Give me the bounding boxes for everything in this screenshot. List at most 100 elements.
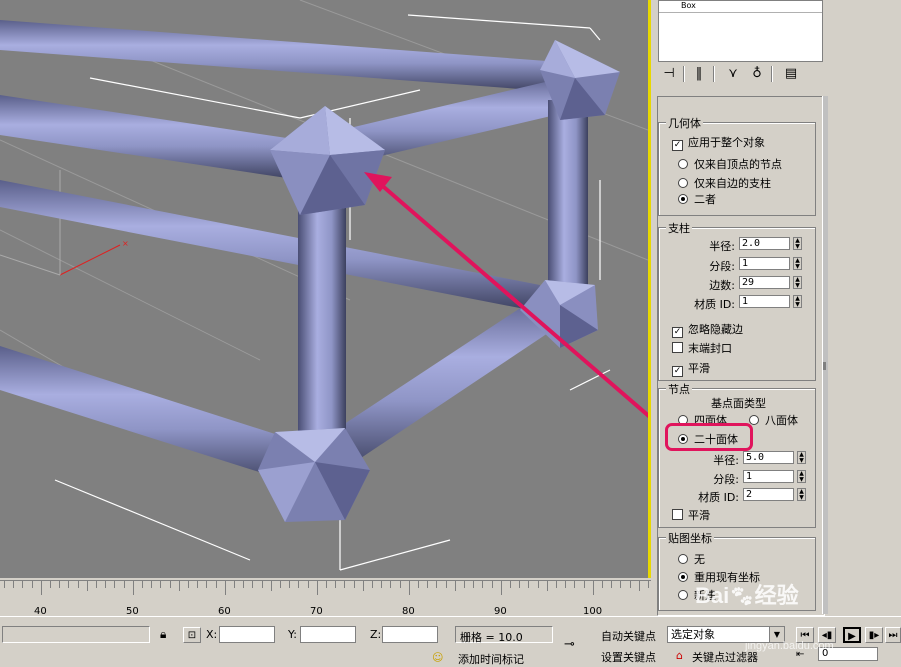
radio-mapping-none[interactable]: 无 <box>678 551 705 567</box>
go-to-end-icon[interactable]: ⏭ <box>885 627 901 643</box>
strut-smooth-checkbox[interactable]: ✓ 平滑 <box>672 360 710 377</box>
timeline-tick <box>500 581 502 595</box>
radio-octa[interactable]: 八面体 <box>749 412 798 428</box>
node-top-front <box>270 106 385 215</box>
timeline-tick <box>482 581 484 588</box>
strut-segments-input[interactable] <box>739 257 790 270</box>
make-unique-icon[interactable]: ⋎ <box>723 64 743 84</box>
viewport-scene: × <box>0 0 648 571</box>
strut-material-id-spinner[interactable]: ▲▼ <box>739 295 809 308</box>
timeline-tick <box>68 581 70 588</box>
node-smooth-checkbox[interactable]: 平滑 <box>672 507 710 523</box>
set-key-button[interactable]: 设置关键点 <box>601 649 656 665</box>
spinner-arrows[interactable]: ▲ ▼ <box>793 237 802 250</box>
modifier-stack-toolbar: ⊣ ‖ ⋎ ♁ ▤ <box>659 64 859 86</box>
paw-logo-icon: 🐾︎ <box>729 586 755 608</box>
play-icon[interactable]: ▶ <box>843 627 861 643</box>
pin-stack-icon[interactable]: ⊣ <box>659 64 679 84</box>
ignore-hidden-edges-checkbox[interactable]: ✓ 忽略隐藏边 <box>672 321 743 338</box>
key-filter-icon[interactable]: ⌂ <box>676 649 683 662</box>
timeline-tick <box>528 581 530 588</box>
timeline-tick <box>270 581 272 591</box>
strut-sides-spinner[interactable]: ▲▼ <box>739 276 809 289</box>
strut-material-id-label: 材质 ID: <box>694 298 735 311</box>
node-segments-label: 分段: <box>713 473 739 486</box>
node-segments-spinner[interactable]: ▲▼ <box>743 470 813 483</box>
timeline-tick <box>307 581 309 588</box>
timeline-tick <box>151 581 153 588</box>
remove-modifier-icon[interactable]: ♁ <box>747 64 767 84</box>
timeline-tick <box>178 581 180 591</box>
rollout-scrollbar[interactable] <box>822 96 828 614</box>
checkbox-box[interactable]: ✓ <box>672 140 683 151</box>
scrollbar-thumb[interactable] <box>823 362 826 370</box>
timeline-tick <box>611 581 613 588</box>
timeline-tick <box>261 581 263 588</box>
modifier-stack-list[interactable]: Box <box>658 0 823 62</box>
timeline-tick <box>289 581 291 588</box>
grid-size-text: 栅格 = 10.0 <box>460 631 523 644</box>
apply-to-whole-object-checkbox[interactable]: ✓ 应用于整个对象 <box>672 134 765 151</box>
add-time-tag-text[interactable]: 添加时间标记 <box>458 651 524 667</box>
timeline-tick <box>335 581 337 588</box>
timeline-tick <box>50 581 51 588</box>
strut-segments-label: 分段: <box>709 260 735 273</box>
strut-sides-input[interactable] <box>739 276 790 289</box>
radio-vertices-only[interactable]: 仅来自顶点的节点 <box>678 156 782 172</box>
timeline-tick <box>454 581 456 591</box>
auto-key-button[interactable]: 自动关键点 <box>601 628 656 644</box>
node-radius-input[interactable] <box>743 451 794 464</box>
strut-sides-label: 边数: <box>709 279 735 292</box>
timeline-tick <box>316 581 318 595</box>
y-label: Y: <box>288 628 297 641</box>
node-radius-spinner[interactable]: ▲▼ <box>743 451 813 464</box>
nodes-group-title: 节点 <box>666 381 692 397</box>
timeline-tick <box>96 581 97 588</box>
timeline-tick <box>592 581 594 595</box>
timeline-tick <box>59 581 61 588</box>
timeline-tick <box>252 581 254 588</box>
strut-segments-spinner[interactable]: ▲▼ <box>739 257 809 270</box>
timeline-tick <box>77 581 79 588</box>
timeline-tick <box>583 581 585 588</box>
timeline-tick <box>427 581 429 588</box>
timeline-tick <box>491 581 493 588</box>
configure-modifier-sets-icon[interactable]: ▤ <box>781 64 801 84</box>
node-segments-input[interactable] <box>743 470 794 483</box>
timeline-tick <box>105 581 107 588</box>
timeline-tick <box>353 581 355 588</box>
timeline-tick <box>510 581 511 588</box>
watermark-url: jingyan.baidu.com <box>745 640 834 652</box>
show-end-result-icon[interactable]: ‖ <box>689 64 709 84</box>
z-coordinate-input[interactable] <box>382 626 438 643</box>
baidu-jingyan-watermark: Bai🐾︎经验 <box>695 583 799 608</box>
end-caps-checkbox[interactable]: 末端封口 <box>672 340 732 356</box>
y-coordinate-input[interactable] <box>300 626 356 643</box>
x-coordinate-input[interactable] <box>219 626 275 643</box>
timeline-tick <box>574 581 576 588</box>
radio-both[interactable]: 二者 <box>678 191 716 207</box>
modifier-stack-item[interactable]: Box <box>659 1 822 13</box>
status-bar: 🔒︎ ⊡ X: Y: Z: 栅格 = 10.0 ⊸ 自动关键点 选定对象 ▼ 设… <box>0 616 901 666</box>
absolute-mode-icon[interactable]: ⊡ <box>183 627 201 643</box>
timeline-tick <box>114 581 116 588</box>
timeline-tick <box>464 581 465 588</box>
radio-edges-only[interactable]: 仅来自边的支柱 <box>678 175 771 191</box>
node-material-id-input[interactable] <box>743 488 794 501</box>
next-frame-icon[interactable]: ▮▸ <box>865 627 883 643</box>
timeline-ruler[interactable]: 40 50 60 70 80 90 100 <box>0 580 651 617</box>
node-material-id-spinner[interactable]: ▲▼ <box>743 488 813 501</box>
strut-radius-spinner[interactable]: ▲▼ <box>739 237 809 250</box>
lock-selection-icon[interactable]: 🔒︎ <box>160 627 166 642</box>
timeline-tick <box>473 581 475 588</box>
timeline-tick <box>31 581 33 588</box>
perspective-viewport[interactable]: × <box>0 0 651 578</box>
node-bottom-front <box>258 428 370 522</box>
timeline-tick <box>638 581 640 591</box>
strut-material-id-input[interactable] <box>739 295 790 308</box>
mapping-group-title: 贴图坐标 <box>666 530 714 546</box>
strut-radius-input[interactable] <box>739 237 790 250</box>
key-icon[interactable]: ⊸ <box>564 637 575 652</box>
timeline-tick <box>4 581 5 588</box>
timeline-tick <box>537 581 539 588</box>
